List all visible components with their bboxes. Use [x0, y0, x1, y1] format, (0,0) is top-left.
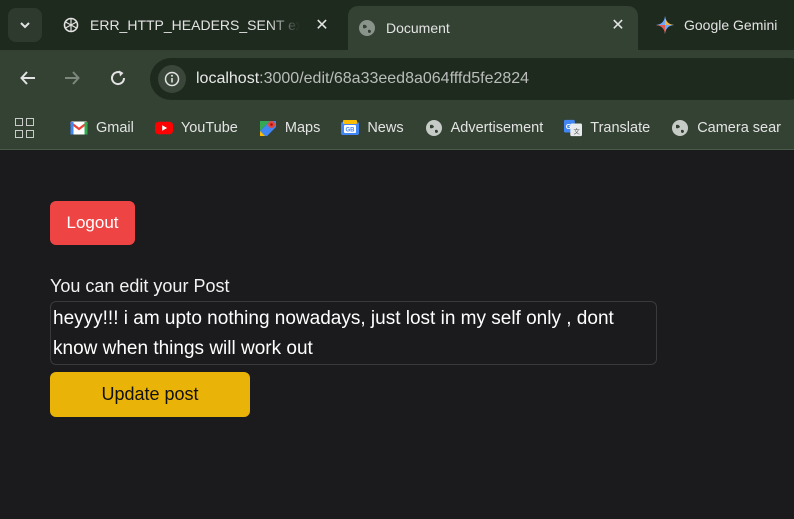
close-icon[interactable]: ✕: [312, 15, 332, 35]
page-content: Logout You can edit your Post heyyy!!! i…: [0, 151, 794, 519]
arrow-right-icon: [65, 71, 80, 85]
close-icon[interactable]: ✕: [608, 15, 628, 35]
chatgpt-icon: [62, 16, 80, 34]
url-path: :3000/edit/68a33eed8a064fffd5fe2824: [259, 70, 530, 87]
url-host: localhost: [196, 70, 260, 87]
bookmark-translate[interactable]: G文 Translate: [564, 119, 650, 137]
site-info-icon[interactable]: [158, 65, 186, 93]
logout-button[interactable]: Logout: [50, 201, 135, 245]
globe-icon: [425, 119, 443, 137]
translate-icon: G文: [564, 119, 583, 137]
post-content-textarea[interactable]: heyyy!!! i am upto nothing nowadays, jus…: [50, 301, 657, 365]
youtube-icon: [154, 119, 173, 137]
svg-text:G: G: [566, 122, 572, 131]
globe-icon: [358, 19, 376, 37]
reload-icon: [111, 70, 126, 86]
bookmark-advertisement[interactable]: Advertisement: [425, 119, 544, 137]
tab-err-http[interactable]: ERR_HTTP_HEADERS_SENT expl ✕: [50, 6, 342, 44]
bookmark-youtube[interactable]: YouTube: [154, 119, 238, 137]
gemini-icon: [656, 16, 674, 34]
tab-title: Document: [386, 20, 450, 36]
back-button[interactable]: [14, 64, 42, 92]
url-text: localhost:3000/edit/68a33eed8a064fffd5fe…: [196, 70, 529, 88]
update-post-button[interactable]: Update post: [50, 372, 250, 417]
tab-document[interactable]: Document ✕: [348, 6, 638, 50]
address-bar[interactable]: localhost:3000/edit/68a33eed8a064fffd5fe…: [150, 58, 794, 100]
tab-title: Google Gemini: [684, 17, 778, 33]
bookmark-label: Maps: [284, 120, 321, 136]
bookmark-label: Advertisement: [450, 120, 544, 136]
gmail-icon: [70, 119, 88, 137]
forward-button[interactable]: [58, 64, 86, 92]
bookmark-news[interactable]: GB News: [341, 119, 404, 137]
news-icon: GB: [341, 119, 360, 137]
bookmark-label: Translate: [590, 120, 651, 136]
bookmark-label: Gmail: [96, 120, 134, 136]
bookmark-label: Camera sear: [697, 120, 781, 136]
arrow-left-icon: [20, 71, 35, 85]
browser-toolbar: localhost:3000/edit/68a33eed8a064fffd5fe…: [0, 50, 794, 107]
svg-text:GB: GB: [346, 128, 356, 134]
bookmark-maps[interactable]: Maps: [259, 119, 320, 137]
maps-icon: [259, 119, 277, 137]
bookmarks-bar: Gmail YouTube Maps GB News Advertisement…: [0, 107, 794, 150]
svg-text:文: 文: [574, 126, 581, 135]
bookmark-label: News: [367, 120, 404, 136]
apps-grid-icon[interactable]: [15, 118, 34, 138]
tab-title: ERR_HTTP_HEADERS_SENT expl: [90, 17, 300, 33]
chevron-down-icon: [20, 22, 30, 29]
edit-post-label: You can edit your Post: [50, 276, 230, 296]
bookmark-gmail[interactable]: Gmail: [70, 119, 134, 137]
reload-button[interactable]: [104, 64, 132, 92]
tab-strip: ERR_HTTP_HEADERS_SENT expl ✕ Document ✕ …: [0, 0, 794, 50]
tab-google-gemini[interactable]: Google Gemini: [644, 6, 794, 44]
bookmark-camera-search[interactable]: Camera sear: [671, 119, 781, 137]
bookmark-label: YouTube: [180, 120, 238, 136]
tab-search-button[interactable]: [8, 8, 42, 42]
globe-icon: [671, 119, 689, 137]
